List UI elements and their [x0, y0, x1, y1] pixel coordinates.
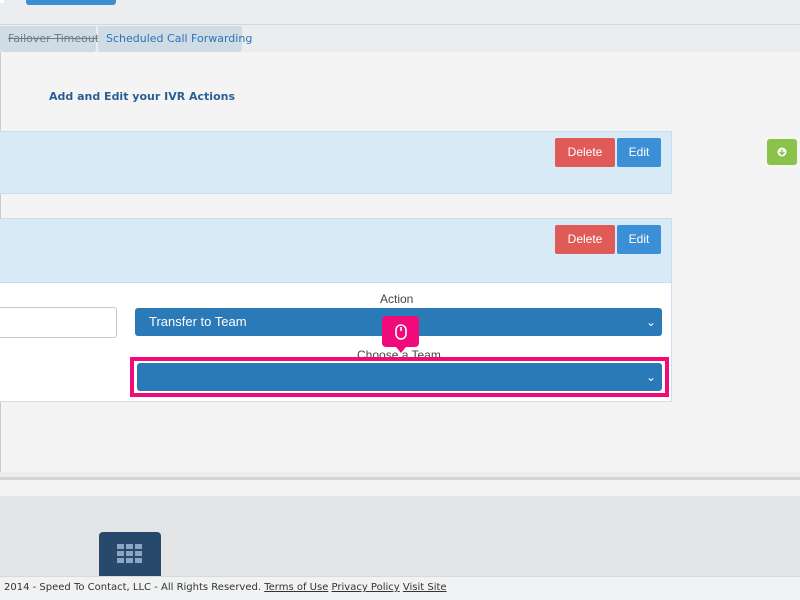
privacy-link[interactable]: Privacy Policy — [332, 582, 400, 593]
header-divider — [0, 24, 800, 25]
footer: 2014 - Speed To Contact, LLC - All Right… — [0, 576, 800, 600]
ivr-actions-title: Add and Edit your IVR Actions — [49, 90, 236, 103]
copyright-text: 2014 - Speed To Contact, LLC - All Right… — [4, 582, 262, 593]
top-button[interactable] — [26, 0, 116, 5]
terms-link[interactable]: Terms of Use — [264, 582, 328, 593]
delete-button[interactable]: Delete — [555, 225, 615, 254]
grid-icon[interactable] — [99, 532, 161, 576]
divider-strip — [0, 480, 800, 496]
edit-button[interactable]: Edit — [617, 138, 661, 167]
chevron-down-icon: ⌄ — [645, 315, 656, 329]
key-input[interactable] — [0, 307, 117, 338]
add-icon[interactable] — [767, 139, 797, 165]
top-stub — [0, 0, 4, 3]
edit-button[interactable]: Edit — [617, 225, 661, 254]
visit-site-link[interactable]: Visit Site — [403, 582, 447, 593]
action-label: Action — [380, 292, 414, 306]
tab-failover-timeout[interactable]: Failover Timeout — [0, 26, 99, 52]
delete-button[interactable]: Delete — [555, 138, 615, 167]
action-select-value: Transfer to Team — [149, 314, 247, 329]
click-target-highlight — [130, 357, 669, 397]
mouse-icon — [382, 316, 419, 353]
tab-scheduled-call-forwarding[interactable]: Scheduled Call Forwarding — [98, 26, 252, 52]
